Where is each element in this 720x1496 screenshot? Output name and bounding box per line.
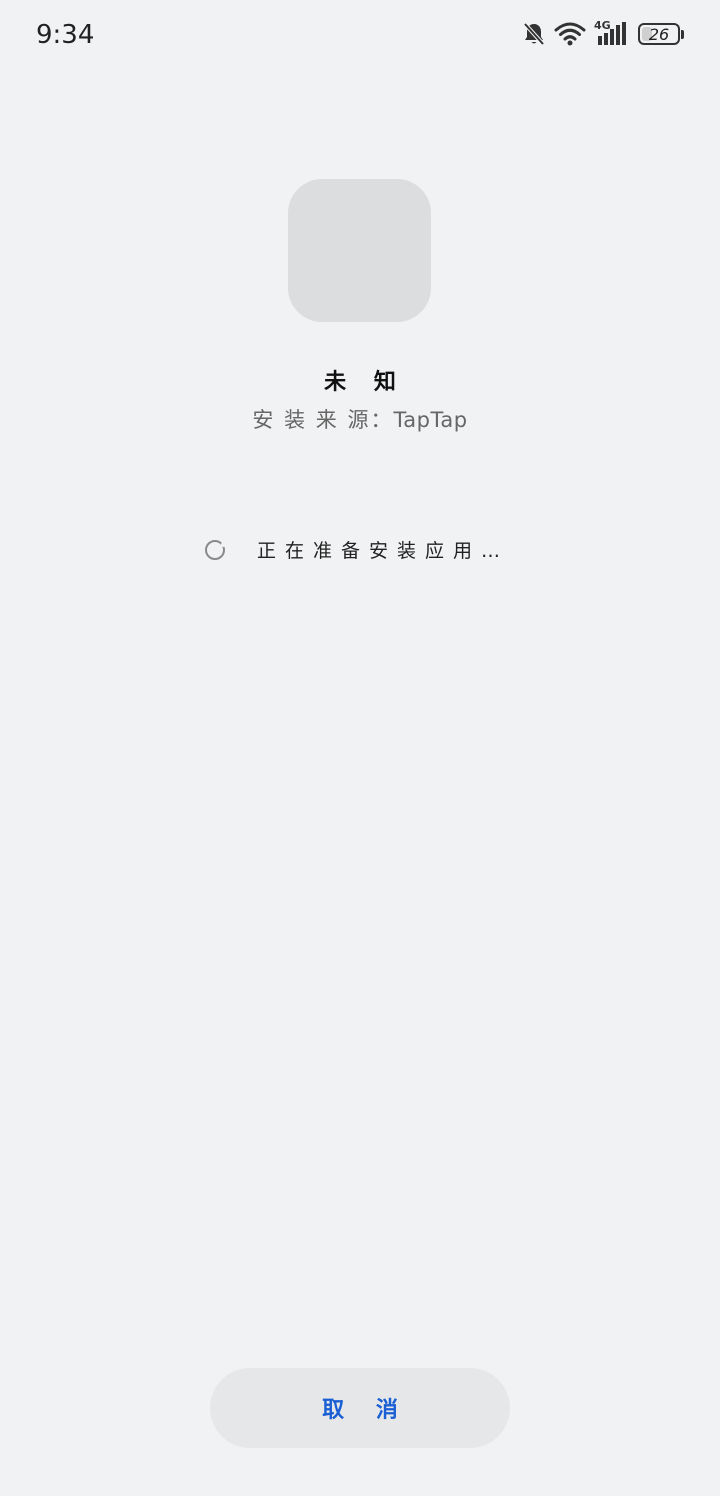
installer-screen: 9:34 4G 26 未 知 安 装 来 源：TapTap 正在准备安装应用… …: [0, 0, 720, 1496]
app-name: 未 知: [324, 370, 406, 395]
cancel-button[interactable]: 取 消: [210, 1368, 510, 1448]
cancel-button-label: 取 消: [322, 1398, 410, 1423]
bell-off-icon: [522, 21, 546, 47]
wifi-icon: [554, 21, 586, 47]
cellular-signal-icon: 4G: [594, 19, 628, 47]
install-source-value: TapTap: [393, 408, 468, 432]
status-time: 9:34: [36, 20, 95, 50]
battery-icon: 26: [638, 23, 680, 45]
status-icons: 4G 26: [522, 18, 684, 50]
progress-status-text: 正在准备安装应用…: [256, 540, 509, 562]
app-icon-placeholder: [288, 179, 431, 322]
battery-cap: [681, 29, 684, 39]
install-source-label: 安 装 来 源：: [252, 408, 394, 432]
status-bar: 9:34 4G 26: [0, 0, 720, 70]
install-progress: 正在准备安装应用…: [0, 536, 720, 563]
loading-spinner-icon: [204, 539, 226, 560]
install-source: 安 装 来 源：TapTap: [0, 404, 720, 434]
battery-level: 26: [648, 24, 670, 44]
